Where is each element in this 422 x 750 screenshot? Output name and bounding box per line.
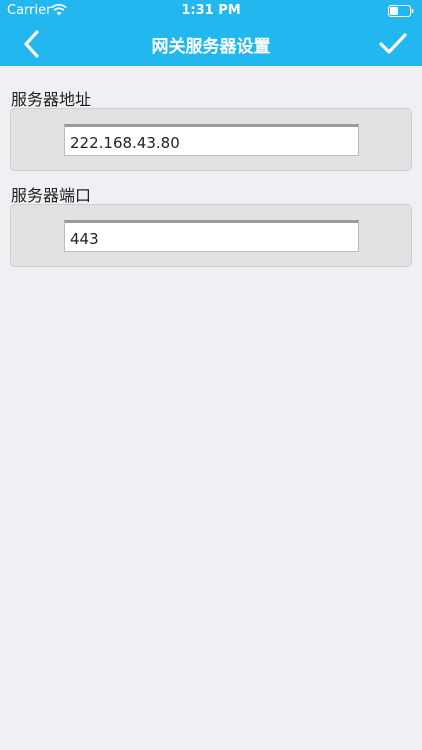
checkmark-icon bbox=[379, 33, 407, 54]
page-title: 网关服务器设置 bbox=[151, 37, 271, 57]
confirm-button[interactable] bbox=[378, 30, 408, 58]
server-port-label: 服务器端口 bbox=[11, 186, 92, 205]
server-address-label: 服务器地址 bbox=[11, 90, 92, 109]
status-bar: Carrier 1:31 PM bbox=[0, 0, 422, 22]
server-port-input[interactable] bbox=[64, 220, 359, 252]
battery-icon bbox=[388, 5, 414, 17]
status-time: 1:31 PM bbox=[181, 3, 241, 18]
app-header: Carrier 1:31 PM 网关服务器设置 bbox=[0, 0, 422, 66]
server-port-panel bbox=[10, 204, 412, 267]
server-address-panel bbox=[10, 108, 412, 171]
server-address-input[interactable] bbox=[64, 124, 359, 156]
navigation-bar: 网关服务器设置 bbox=[0, 22, 422, 66]
